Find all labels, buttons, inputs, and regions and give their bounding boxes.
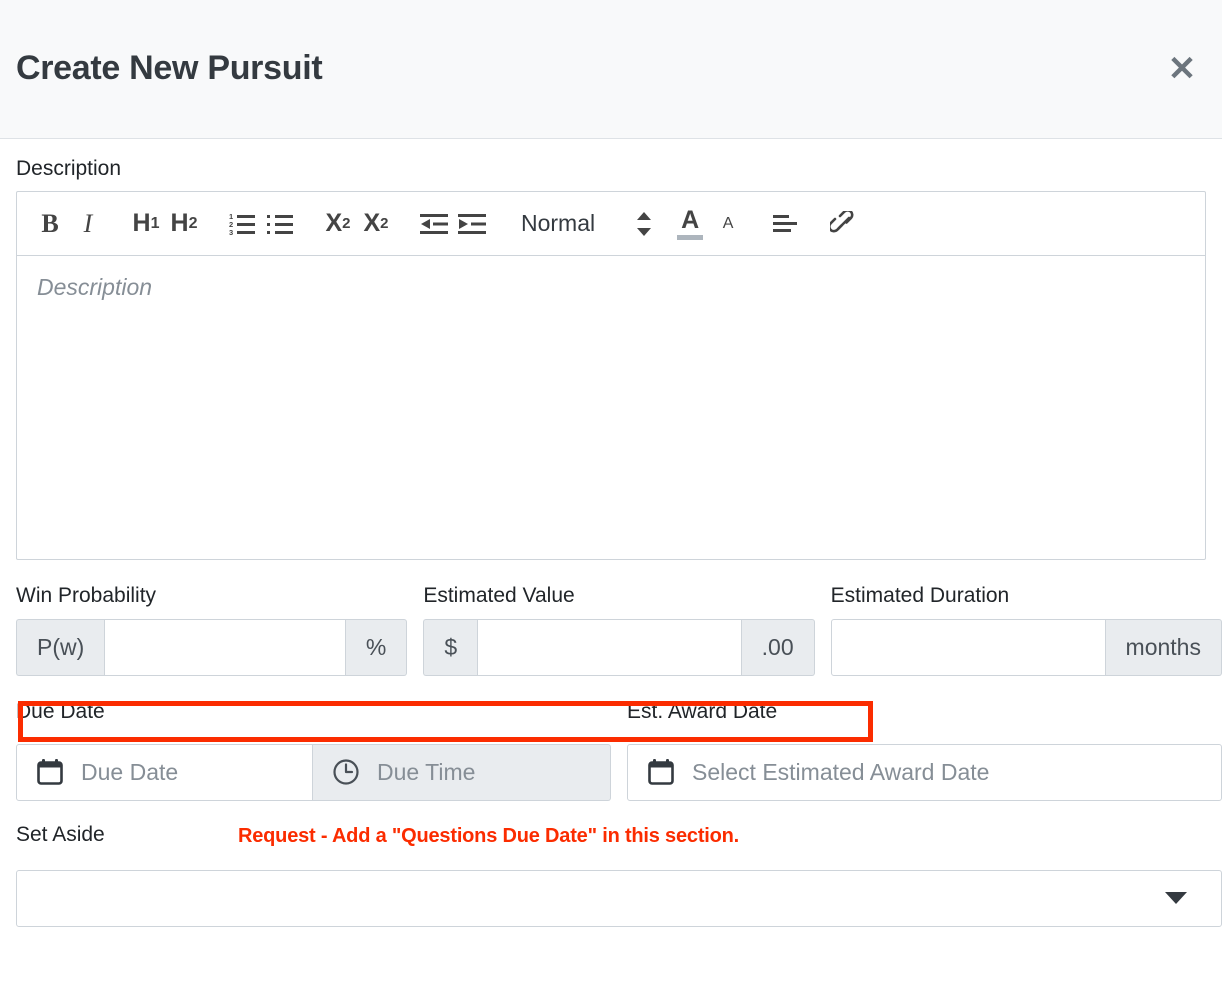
due-date-time-group: Due Date Due Time (16, 743, 611, 801)
heading2-sub: 2 (188, 214, 198, 232)
bullet-list-icon[interactable] (261, 202, 299, 246)
subscript-sub: 2 (342, 215, 351, 233)
chevron-updown-icon (637, 211, 652, 237)
estimated-value-input[interactable] (477, 618, 742, 676)
win-probability-input-group: P(w) % (16, 618, 408, 676)
bold-button[interactable]: B (31, 202, 69, 246)
date-inputs-row: Due Date Due Time Select Estimated Award… (16, 743, 1222, 801)
text-color-glyph: A (681, 205, 700, 234)
due-date-placeholder: Due Date (81, 758, 179, 785)
win-probability-suffix: % (345, 618, 408, 676)
create-new-pursuit-modal: Create New Pursuit ✕ Description B I H1 … (0, 0, 1222, 996)
text-color-icon: A (677, 205, 704, 240)
win-probability-label: Win Probability (16, 584, 157, 608)
description-placeholder: Description (37, 274, 153, 301)
modal-header: Create New Pursuit ✕ (0, 0, 1222, 139)
heading1-sub: 1 (150, 214, 160, 232)
estimated-duration-label: Estimated Duration (830, 584, 1010, 608)
estimated-value-input-group: $ .00 (423, 618, 815, 676)
description-input[interactable]: Description (17, 256, 1205, 559)
svg-text:3: 3 (229, 228, 233, 236)
calendar-icon (35, 757, 65, 787)
italic-button[interactable]: I (69, 202, 107, 246)
background-color-icon: A (722, 214, 734, 232)
background-color-button[interactable]: A (709, 202, 747, 246)
link-icon[interactable] (825, 202, 863, 246)
date-labels-row: Due Date Est. Award Date (16, 698, 1206, 742)
est-award-date-input[interactable]: Select Estimated Award Date (627, 743, 1222, 801)
annotation-text: Request - Add a "Questions Due Date" in … (238, 824, 740, 847)
estimated-duration-suffix: months (1105, 618, 1222, 676)
modal-body: Description B I H1 H2 1 2 3 X 2 X 2 Norm… (0, 139, 1222, 927)
est-award-date-label: Est. Award Date (627, 699, 778, 723)
due-date-label: Due Date (16, 699, 105, 723)
superscript-glyph: X (363, 209, 381, 238)
subscript-glyph: X (325, 209, 343, 238)
estimated-value-prefix: $ (423, 618, 478, 676)
description-label: Description (16, 157, 122, 180)
heading1-glyph: H (132, 209, 151, 238)
outdent-icon[interactable] (415, 202, 453, 246)
description-editor: B I H1 H2 1 2 3 X 2 X 2 Normal A A Descr… (16, 191, 1206, 561)
heading2-glyph: H (170, 209, 189, 238)
indent-icon[interactable] (453, 202, 491, 246)
due-time-input[interactable]: Due Time (313, 743, 611, 801)
superscript-button[interactable]: X2 (357, 202, 395, 246)
heading1-button[interactable]: H1 (127, 202, 165, 246)
win-probability-field: Win Probability P(w) % (16, 582, 408, 676)
est-award-date-placeholder: Select Estimated Award Date (692, 758, 990, 785)
calendar-icon (646, 757, 676, 787)
estimated-value-label: Estimated Value (423, 584, 575, 608)
estimated-value-field: Estimated Value $ .00 (423, 582, 815, 676)
format-dropdown[interactable]: Normal (511, 202, 661, 246)
set-aside-row: Set Aside Request - Add a "Questions Due… (16, 823, 1206, 860)
close-icon[interactable]: ✕ (1160, 47, 1204, 91)
ordered-list-icon[interactable]: 1 2 3 (223, 202, 261, 246)
due-date-input[interactable]: Due Date (16, 743, 313, 801)
format-dropdown-value: Normal (521, 210, 596, 237)
editor-toolbar: B I H1 H2 1 2 3 X 2 X 2 Normal A A (17, 192, 1205, 257)
superscript-sup: 2 (380, 215, 389, 233)
estimated-value-suffix: .00 (741, 618, 815, 676)
clock-icon (331, 757, 361, 787)
due-time-placeholder: Due Time (377, 758, 476, 785)
text-color-swatch (677, 234, 704, 240)
page-title: Create New Pursuit (16, 49, 323, 88)
align-left-icon[interactable] (767, 202, 805, 246)
estimated-duration-input[interactable] (830, 618, 1106, 676)
estimated-duration-input-group: months (830, 618, 1222, 676)
set-aside-label: Set Aside (16, 822, 105, 846)
set-aside-select[interactable] (16, 869, 1222, 927)
win-probability-input[interactable] (104, 618, 346, 676)
estimated-duration-field: Estimated Duration months (830, 582, 1222, 676)
text-color-button[interactable]: A (671, 202, 709, 246)
chevron-down-icon (1165, 892, 1187, 905)
win-probability-prefix: P(w) (16, 618, 105, 676)
metrics-row: Win Probability P(w) % Estimated Value $… (16, 582, 1222, 676)
subscript-button[interactable]: X2 (319, 202, 357, 246)
heading2-button[interactable]: H2 (165, 202, 203, 246)
